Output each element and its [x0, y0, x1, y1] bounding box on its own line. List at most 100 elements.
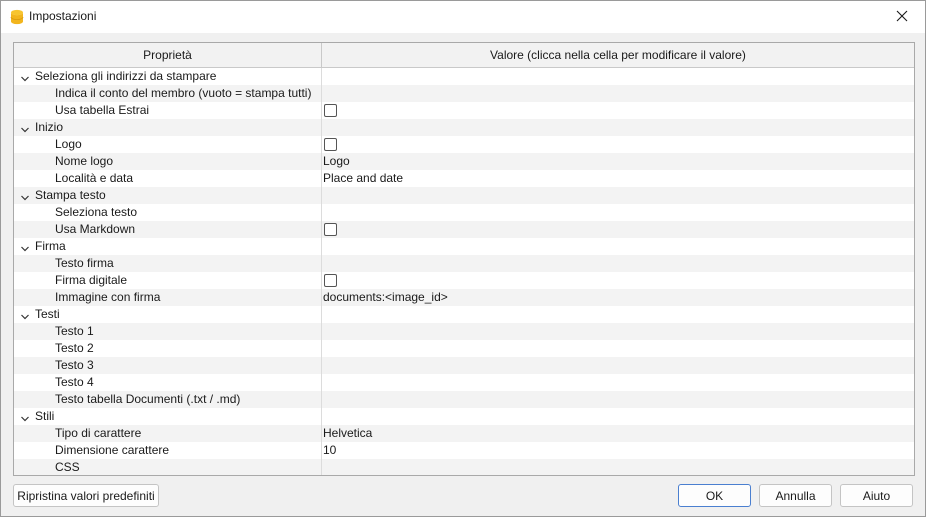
value-cell[interactable]: 10 [322, 442, 914, 459]
property-row[interactable]: CSS [14, 459, 914, 475]
property-row[interactable]: Indica il conto del membro (vuoto = stam… [14, 85, 914, 102]
chevron-down-icon[interactable] [20, 72, 30, 82]
value-cell[interactable] [322, 391, 914, 408]
property-cell[interactable]: Seleziona testo [14, 204, 322, 221]
property-label: Seleziona testo [55, 205, 138, 219]
chevron-down-icon[interactable] [20, 412, 30, 422]
property-label: Nome logo [55, 154, 114, 168]
property-group-row[interactable]: Inizio [14, 119, 914, 136]
property-cell[interactable]: Testo 4 [14, 374, 322, 391]
property-row[interactable]: Testo 1 [14, 323, 914, 340]
value-cell[interactable] [322, 255, 914, 272]
value-cell[interactable] [322, 119, 914, 136]
chevron-down-icon[interactable] [20, 242, 30, 252]
property-cell[interactable]: Firma digitale [14, 272, 322, 289]
property-group-row[interactable]: Testi [14, 306, 914, 323]
property-cell[interactable]: Logo [14, 136, 322, 153]
property-row[interactable]: Testo 2 [14, 340, 914, 357]
value-cell[interactable] [322, 204, 914, 221]
property-cell[interactable]: Testo 2 [14, 340, 322, 357]
property-label: Testo 2 [55, 341, 94, 355]
property-row[interactable]: Usa tabella Estrai [14, 102, 914, 119]
reset-defaults-button[interactable]: Ripristina valori predefiniti [13, 484, 159, 507]
property-cell[interactable]: Stampa testo [14, 187, 322, 204]
property-cell[interactable]: Testo 1 [14, 323, 322, 340]
value-cell[interactable] [322, 187, 914, 204]
property-row[interactable]: Testo firma [14, 255, 914, 272]
column-header-value[interactable]: Valore (clicca nella cella per modificar… [322, 43, 914, 67]
value-cell[interactable] [322, 272, 914, 289]
property-row[interactable]: Immagine con firma documents:<image_id> [14, 289, 914, 306]
ok-button[interactable]: OK [678, 484, 751, 507]
property-row[interactable]: Logo [14, 136, 914, 153]
property-cell[interactable]: Immagine con firma [14, 289, 322, 306]
property-cell[interactable]: Usa tabella Estrai [14, 102, 322, 119]
property-cell[interactable]: Usa Markdown [14, 221, 322, 238]
value-cell[interactable] [322, 85, 914, 102]
value-cell[interactable] [322, 102, 914, 119]
property-row[interactable]: Località e data Place and date [14, 170, 914, 187]
property-cell[interactable]: Testo tabella Documenti (.txt / .md) [14, 391, 322, 408]
property-cell[interactable]: Dimensione carattere [14, 442, 322, 459]
value-cell[interactable] [322, 357, 914, 374]
property-cell[interactable]: Testi [14, 306, 322, 323]
property-cell[interactable]: Nome logo [14, 153, 322, 170]
property-group-row[interactable]: Stili [14, 408, 914, 425]
property-cell[interactable]: Tipo di carattere [14, 425, 322, 442]
value-cell[interactable] [322, 221, 914, 238]
property-group-row[interactable]: Stampa testo [14, 187, 914, 204]
value-checkbox[interactable] [324, 223, 337, 236]
property-row[interactable]: Firma digitale [14, 272, 914, 289]
value-cell[interactable] [322, 408, 914, 425]
close-button[interactable] [879, 1, 925, 33]
value-checkbox[interactable] [324, 104, 337, 117]
property-cell[interactable]: Seleziona gli indirizzi da stampare [14, 68, 322, 85]
cancel-button[interactable]: Annulla [759, 484, 832, 507]
property-cell[interactable]: Località e data [14, 170, 322, 187]
property-cell[interactable]: Inizio [14, 119, 322, 136]
chevron-down-icon[interactable] [20, 191, 30, 201]
property-row[interactable]: Dimensione carattere 10 [14, 442, 914, 459]
property-label: Testi [35, 307, 60, 321]
grid-header: Proprietà Valore (clicca nella cella per… [14, 43, 914, 68]
property-row[interactable]: Nome logo Logo [14, 153, 914, 170]
value-cell[interactable] [322, 136, 914, 153]
value-cell[interactable] [322, 323, 914, 340]
value-text: 10 [323, 443, 337, 457]
value-cell[interactable] [322, 306, 914, 323]
property-group-row[interactable]: Seleziona gli indirizzi da stampare [14, 68, 914, 85]
property-group-row[interactable]: Firma [14, 238, 914, 255]
chevron-down-icon[interactable] [20, 310, 30, 320]
property-cell[interactable]: Stili [14, 408, 322, 425]
value-cell[interactable] [322, 68, 914, 85]
help-button[interactable]: Aiuto [840, 484, 913, 507]
property-cell[interactable]: Testo 3 [14, 357, 322, 374]
value-text: Helvetica [323, 426, 373, 440]
chevron-down-icon[interactable] [20, 123, 30, 133]
value-cell[interactable]: Place and date [322, 170, 914, 187]
value-cell[interactable] [322, 340, 914, 357]
property-cell[interactable]: CSS [14, 459, 322, 475]
property-label: Località e data [55, 171, 134, 185]
property-row[interactable]: Testo tabella Documenti (.txt / .md) [14, 391, 914, 408]
value-checkbox[interactable] [324, 138, 337, 151]
property-label: Usa Markdown [55, 222, 136, 236]
property-label: Immagine con firma [55, 290, 161, 304]
property-row[interactable]: Testo 4 [14, 374, 914, 391]
value-cell[interactable] [322, 459, 914, 475]
value-cell[interactable]: Helvetica [322, 425, 914, 442]
value-text: Logo [323, 154, 350, 168]
property-row[interactable]: Usa Markdown [14, 221, 914, 238]
value-cell[interactable]: Logo [322, 153, 914, 170]
property-row[interactable]: Tipo di carattere Helvetica [14, 425, 914, 442]
property-row[interactable]: Seleziona testo [14, 204, 914, 221]
value-cell[interactable] [322, 238, 914, 255]
property-cell[interactable]: Firma [14, 238, 322, 255]
value-cell[interactable]: documents:<image_id> [322, 289, 914, 306]
property-cell[interactable]: Testo firma [14, 255, 322, 272]
property-row[interactable]: Testo 3 [14, 357, 914, 374]
value-cell[interactable] [322, 374, 914, 391]
value-checkbox[interactable] [324, 274, 337, 287]
property-cell[interactable]: Indica il conto del membro (vuoto = stam… [14, 85, 322, 102]
column-header-property[interactable]: Proprietà [14, 43, 322, 67]
